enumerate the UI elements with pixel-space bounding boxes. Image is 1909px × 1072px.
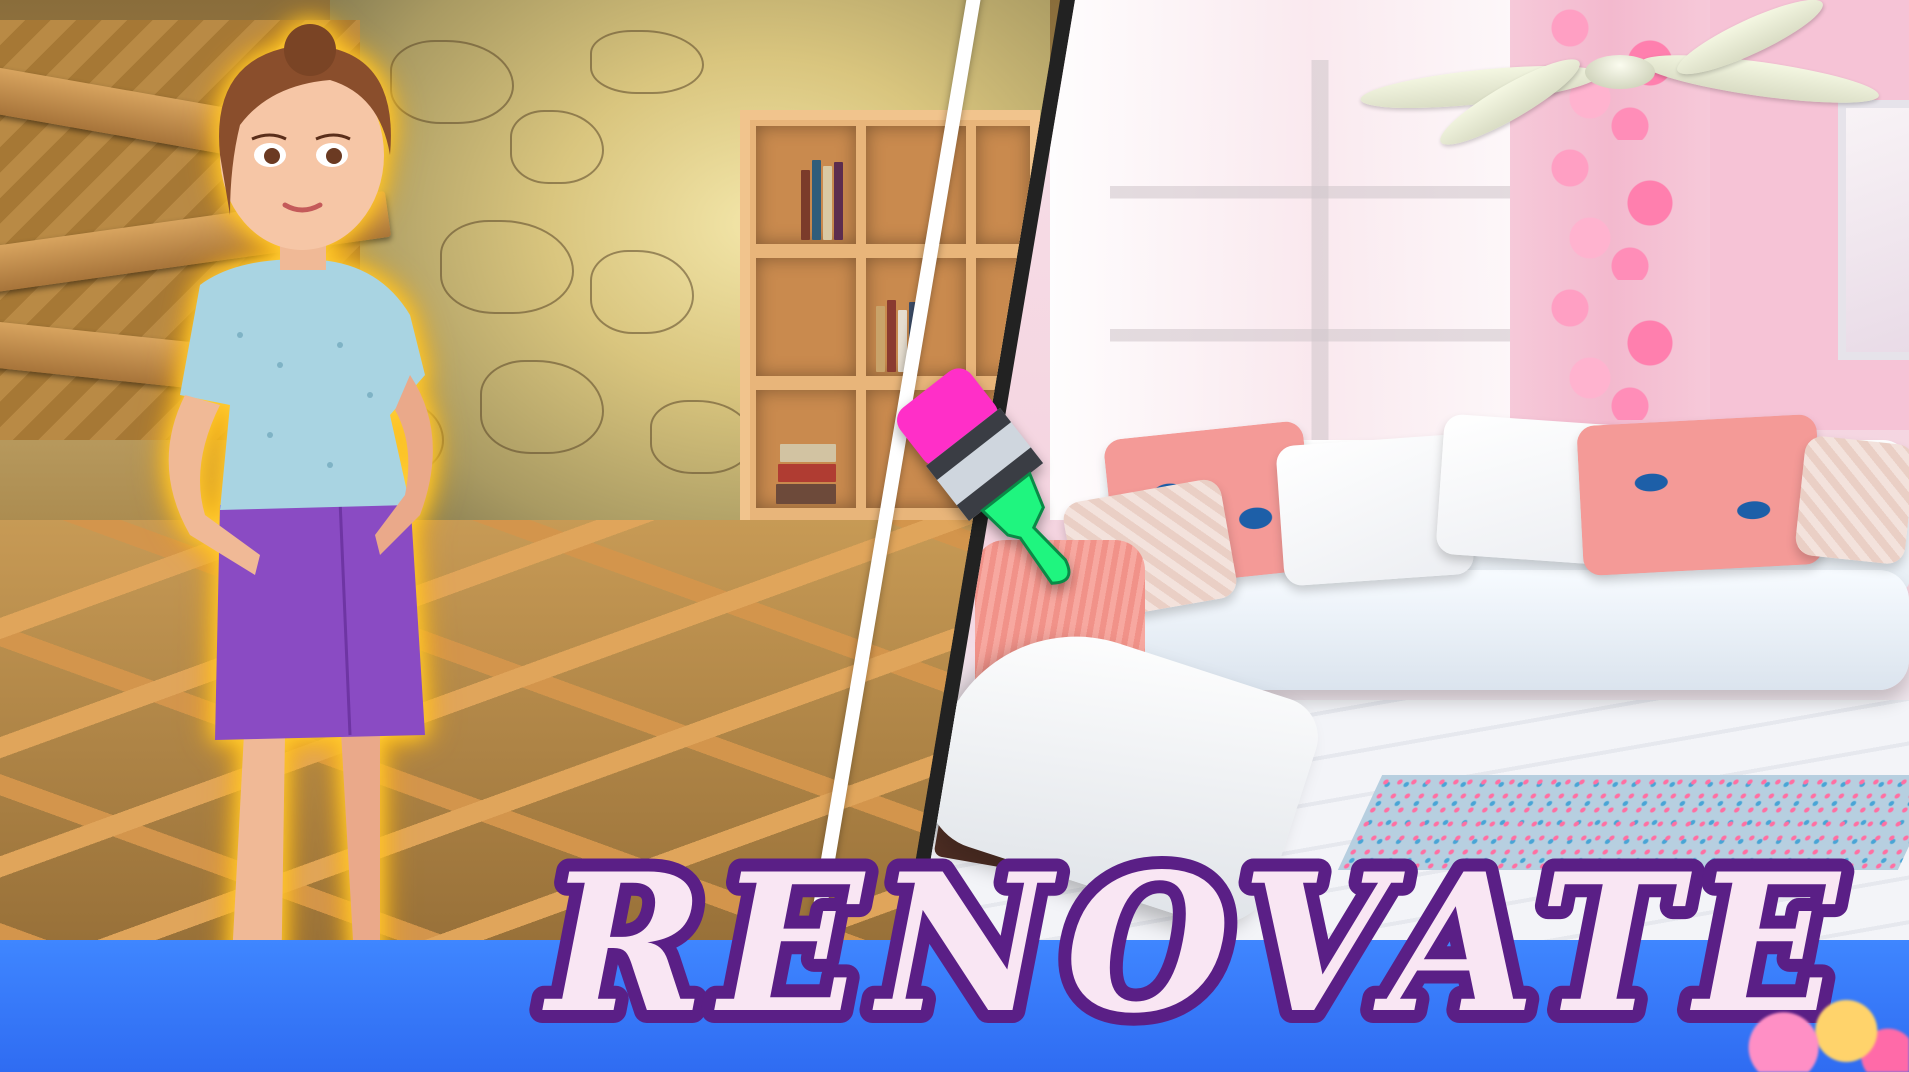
corner-flower-decoration	[1700, 990, 1909, 1072]
patterned-pillow	[1794, 434, 1909, 566]
title-fill: RENOVATE	[542, 832, 1853, 1055]
game-promo-scene: RENOVATE RENOVATE	[0, 0, 1909, 1072]
title-text: RENOVATE RENOVATE	[529, 819, 1853, 1060]
tiger-pillow	[1576, 413, 1824, 577]
ceiling-fan	[1358, 0, 1882, 157]
paint-brush-icon	[897, 368, 1071, 585]
